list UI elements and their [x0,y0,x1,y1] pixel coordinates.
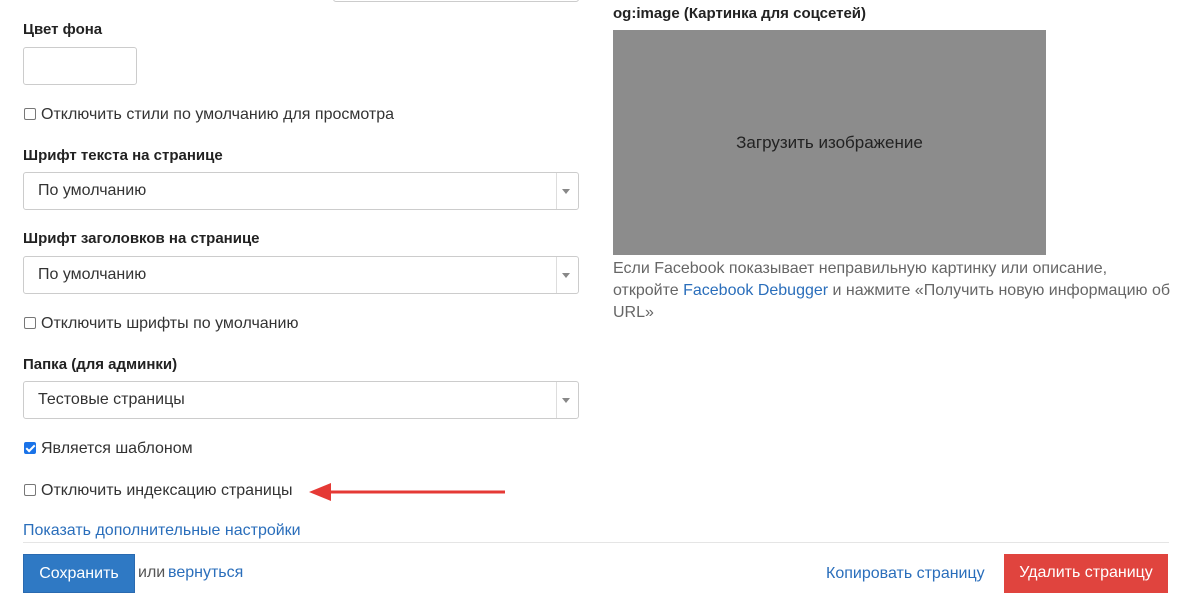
bg-color-label: Цвет фона [23,21,103,38]
heading-font-value: По умолчанию [38,266,147,283]
disable-default-fonts-checkbox[interactable] [24,317,36,329]
back-link[interactable]: вернуться [168,564,243,582]
folder-label: Папка (для админки) [23,356,178,373]
disable-indexing-label: Отключить индексацию страницы [41,482,293,499]
folder-value: Тестовые страницы [38,391,185,408]
disable-default-styles-label: Отключить стили по умолчанию для просмот… [41,106,395,123]
select-caret-box [556,257,578,293]
save-button[interactable]: Сохранить [23,554,135,593]
disable-default-fonts-label: Отключить шрифты по умолчанию [41,315,299,332]
heading-font-label: Шрифт заголовков на странице [23,230,260,247]
select-caret-box [556,382,578,418]
bg-color-input[interactable] [23,47,137,85]
chevron-down-icon [562,273,570,278]
og-image-label: og:image (Картинка для соцсетей) [613,5,867,22]
og-image-upload-text: Загрузить изображение [736,133,923,152]
delete-page-button[interactable]: Удалить страницу [1004,554,1168,593]
chevron-down-icon [562,189,570,194]
og-image-help: Если Facebook показывает неправильную ка… [613,258,1173,324]
arrow-annotation-icon [309,483,505,501]
folder-select[interactable]: Тестовые страницы [23,381,579,419]
text-font-select[interactable]: По умолчанию [23,172,579,210]
chevron-down-icon [562,398,570,403]
disable-default-styles-checkbox[interactable] [24,108,36,120]
copy-page-link[interactable]: Копировать страницу [826,565,985,583]
facebook-debugger-link[interactable]: Facebook Debugger [683,282,828,299]
select-caret-box [556,173,578,209]
text-font-value: По умолчанию [38,182,147,199]
footer-divider [23,542,1169,543]
disable-indexing-checkbox[interactable] [24,484,36,496]
og-image-upload-area[interactable]: Загрузить изображение [613,30,1046,255]
more-settings-link[interactable]: Показать дополнительные настройки [23,522,301,540]
is-template-checkbox[interactable] [24,442,36,454]
heading-font-select[interactable]: По умолчанию [23,256,579,294]
text-font-label: Шрифт текста на странице [23,147,223,164]
top-partial-field[interactable] [333,0,579,2]
is-template-label: Является шаблоном [41,440,193,457]
or-text: или [138,564,166,581]
